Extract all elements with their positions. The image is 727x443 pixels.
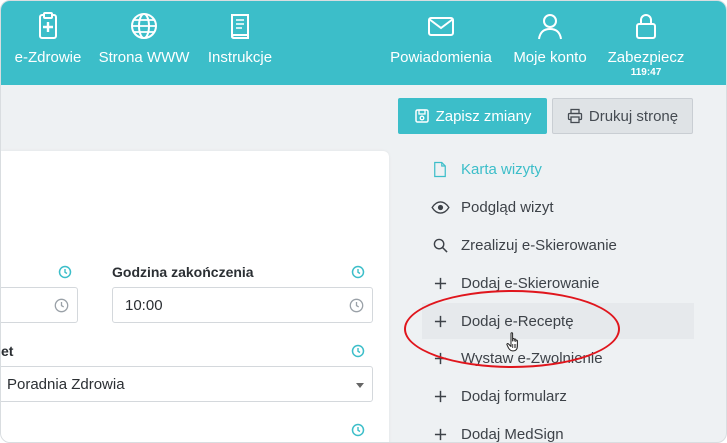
menu-label: Dodaj e-Receptę	[461, 312, 574, 330]
plus-icon	[430, 348, 450, 368]
menu-label: Podgląd wizyt	[461, 198, 554, 216]
menu-karta-wizyty[interactable]: Karta wizyty	[422, 151, 694, 187]
menu-dodaj-formularz[interactable]: Dodaj formularz	[422, 378, 694, 414]
menu-zrealizuj-e-skierowanie[interactable]: Zrealizuj e-Skierowanie	[422, 227, 694, 263]
nav-label: Zabezpiecz	[607, 49, 685, 66]
menu-label: Wystaw e-Zwolnienie	[461, 349, 603, 367]
lock-icon	[636, 14, 656, 39]
nav-label: Instrukcje	[207, 49, 273, 66]
nav-label: Strona WWW	[98, 49, 190, 66]
cabinet-select[interactable]: Poradnia Zdrowia	[1, 366, 373, 402]
chevron-down-icon	[356, 383, 364, 388]
menu-label: Dodaj e-Skierowanie	[461, 274, 600, 292]
clipboard-plus-icon	[39, 12, 57, 39]
end-time-label: Godzina zakończenia	[112, 264, 254, 280]
menu-label: Zrealizuj e-Skierowanie	[461, 236, 617, 254]
nav-label: Moje konto	[513, 49, 587, 66]
nav-label: Powiadomienia	[390, 49, 492, 66]
cabinet-value: Poradnia Zdrowia	[7, 375, 125, 393]
eye-icon	[430, 197, 450, 217]
clock-icon	[351, 344, 365, 358]
user-icon	[538, 14, 562, 40]
session-timer: 119:47	[630, 67, 662, 78]
nav-instrukcje[interactable]: Instrukcje	[205, 1, 275, 85]
top-nav-bar: e-Zdrowie Strona WWW Instrukcje Powiadom…	[1, 1, 726, 85]
nav-strona-www[interactable]: Strona WWW	[97, 1, 191, 85]
nav-powiadomienia[interactable]: Powiadomienia	[387, 1, 495, 85]
menu-label: Dodaj MedSign	[461, 425, 564, 443]
app-window: e-Zdrowie Strona WWW Instrukcje Powiadom…	[0, 0, 727, 443]
plus-icon	[430, 386, 450, 406]
nav-zabezpiecz[interactable]: Zabezpiecz 119:47	[605, 1, 687, 85]
print-button-label: Drukuj stronę	[588, 107, 679, 125]
printer-icon	[567, 108, 583, 124]
menu-label: Karta wizyty	[461, 160, 542, 178]
clock-icon	[58, 265, 72, 279]
book-icon	[230, 14, 249, 40]
menu-label: Dodaj formularz	[461, 387, 567, 405]
clock-icon	[54, 298, 69, 313]
menu-dodaj-medsign[interactable]: Dodaj MedSign	[422, 416, 694, 443]
end-time-input[interactable]: 10:00	[112, 287, 373, 323]
save-button[interactable]: Zapisz zmiany	[398, 98, 547, 134]
document-icon	[430, 159, 450, 179]
clock-icon	[351, 265, 365, 279]
plus-icon	[430, 424, 450, 442]
nav-e-zdrowie[interactable]: e-Zdrowie	[13, 1, 83, 85]
cabinet-label: et	[1, 343, 14, 359]
nav-label: e-Zdrowie	[14, 49, 82, 66]
search-icon	[430, 235, 450, 255]
menu-wystaw-e-zwolnienie[interactable]: Wystaw e-Zwolnienie	[422, 340, 694, 376]
menu-dodaj-e-recepte[interactable]: Dodaj e-Receptę	[422, 303, 694, 339]
start-time-input[interactable]	[1, 287, 78, 323]
clock-icon	[351, 423, 365, 437]
clock-icon	[349, 298, 364, 313]
menu-podglad-wizyt[interactable]: Podgląd wizyt	[422, 189, 694, 225]
end-time-value: 10:00	[125, 296, 163, 314]
nav-moje-konto[interactable]: Moje konto	[510, 1, 590, 85]
globe-icon	[131, 13, 157, 39]
print-button[interactable]: Drukuj stronę	[552, 98, 693, 134]
menu-dodaj-e-skierowanie[interactable]: Dodaj e-Skierowanie	[422, 265, 694, 301]
plus-icon	[430, 273, 450, 293]
hand-cursor-icon	[506, 332, 518, 352]
envelope-icon	[428, 17, 454, 36]
visit-form-card: Godzina zakończenia 10:00 et Poradnia Zd…	[1, 151, 389, 442]
save-icon	[414, 109, 429, 123]
plus-icon	[430, 311, 450, 331]
save-button-label: Zapisz zmiany	[435, 107, 532, 125]
